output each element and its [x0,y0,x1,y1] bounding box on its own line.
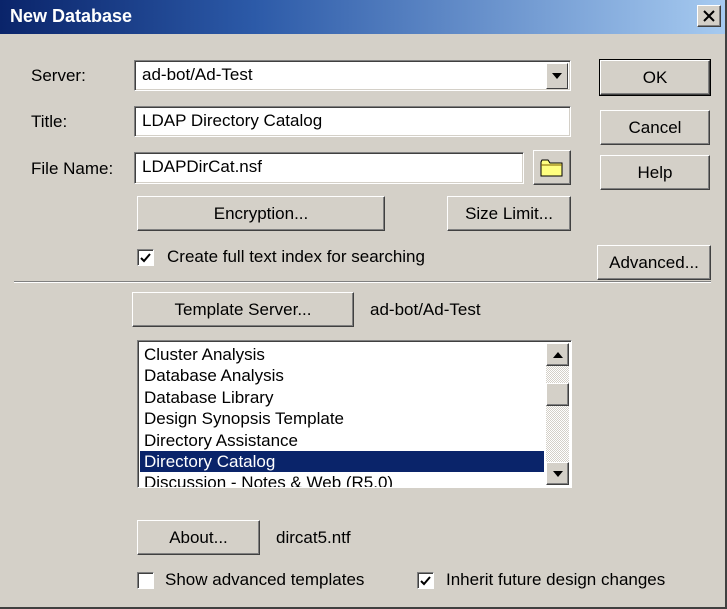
encryption-button[interactable]: Encryption... [137,196,385,231]
close-icon [703,10,715,22]
file-name-input[interactable]: LDAPDirCat.nsf [134,152,524,184]
server-label: Server: [31,66,86,85]
show-advanced-templates-checkbox[interactable] [137,572,154,589]
server-combobox[interactable]: ad-bot/Ad-Test [134,60,571,91]
server-dropdown-button[interactable] [546,63,568,89]
title-input[interactable]: LDAP Directory Catalog [134,106,571,137]
browse-folder-button[interactable] [533,150,571,185]
scroll-down-icon [552,470,563,477]
scroll-down-button[interactable] [546,462,569,485]
template-list-item[interactable]: Database Library [140,387,544,408]
inherit-design-checkbox[interactable] [417,572,434,589]
title-label: Title: [31,112,68,131]
template-list-item[interactable]: Directory Assistance [140,430,544,451]
template-file-name: dircat5.ntf [276,528,351,547]
title-bar[interactable]: New Database [0,0,725,34]
cancel-button[interactable]: Cancel [600,110,710,145]
about-button[interactable]: About... [137,520,260,555]
close-button[interactable] [697,5,721,27]
separator [14,281,711,283]
file-name-value: LDAPDirCat.nsf [142,157,262,176]
template-server-value: ad-bot/Ad-Test [370,300,481,319]
ok-button[interactable]: OK [599,59,711,96]
template-list-item[interactable]: Discussion - Notes & Web (R5.0) [140,472,544,487]
folder-icon [540,159,563,176]
scroll-thumb[interactable] [546,383,569,406]
file-name-label: File Name: [31,159,114,178]
inherit-design-label: Inherit future design changes [446,570,666,589]
check-icon [420,575,431,585]
server-value: ad-bot/Ad-Test [142,65,253,84]
advanced-button[interactable]: Advanced... [597,245,711,280]
help-button[interactable]: Help [600,155,710,190]
template-list-item[interactable]: Design Synopsis Template [140,408,544,429]
show-advanced-templates-label: Show advanced templates [165,570,365,589]
new-database-dialog: New Database Server: ad-bot/Ad-Test Titl… [0,0,727,609]
chevron-down-icon [552,73,562,79]
template-list-item[interactable]: Directory Catalog [140,450,544,473]
template-list: Cluster Analysis Database Analysis Databas… [140,344,544,487]
template-list-item[interactable]: Cluster Analysis [140,344,544,365]
template-scrollbar[interactable] [546,343,569,485]
size-limit-button[interactable]: Size Limit... [447,196,571,231]
scroll-up-button[interactable] [546,343,569,366]
full-text-index-label: Create full text index for searching [167,247,425,266]
template-listbox[interactable]: Cluster Analysis Database Analysis Databas… [137,340,572,488]
check-icon [140,252,151,262]
template-list-item[interactable]: Database Analysis [140,365,544,386]
scroll-up-icon [552,351,563,358]
full-text-index-checkbox[interactable] [137,249,154,266]
template-server-button[interactable]: Template Server... [132,292,354,327]
title-value: LDAP Directory Catalog [142,111,323,130]
window-title: New Database [10,6,133,26]
